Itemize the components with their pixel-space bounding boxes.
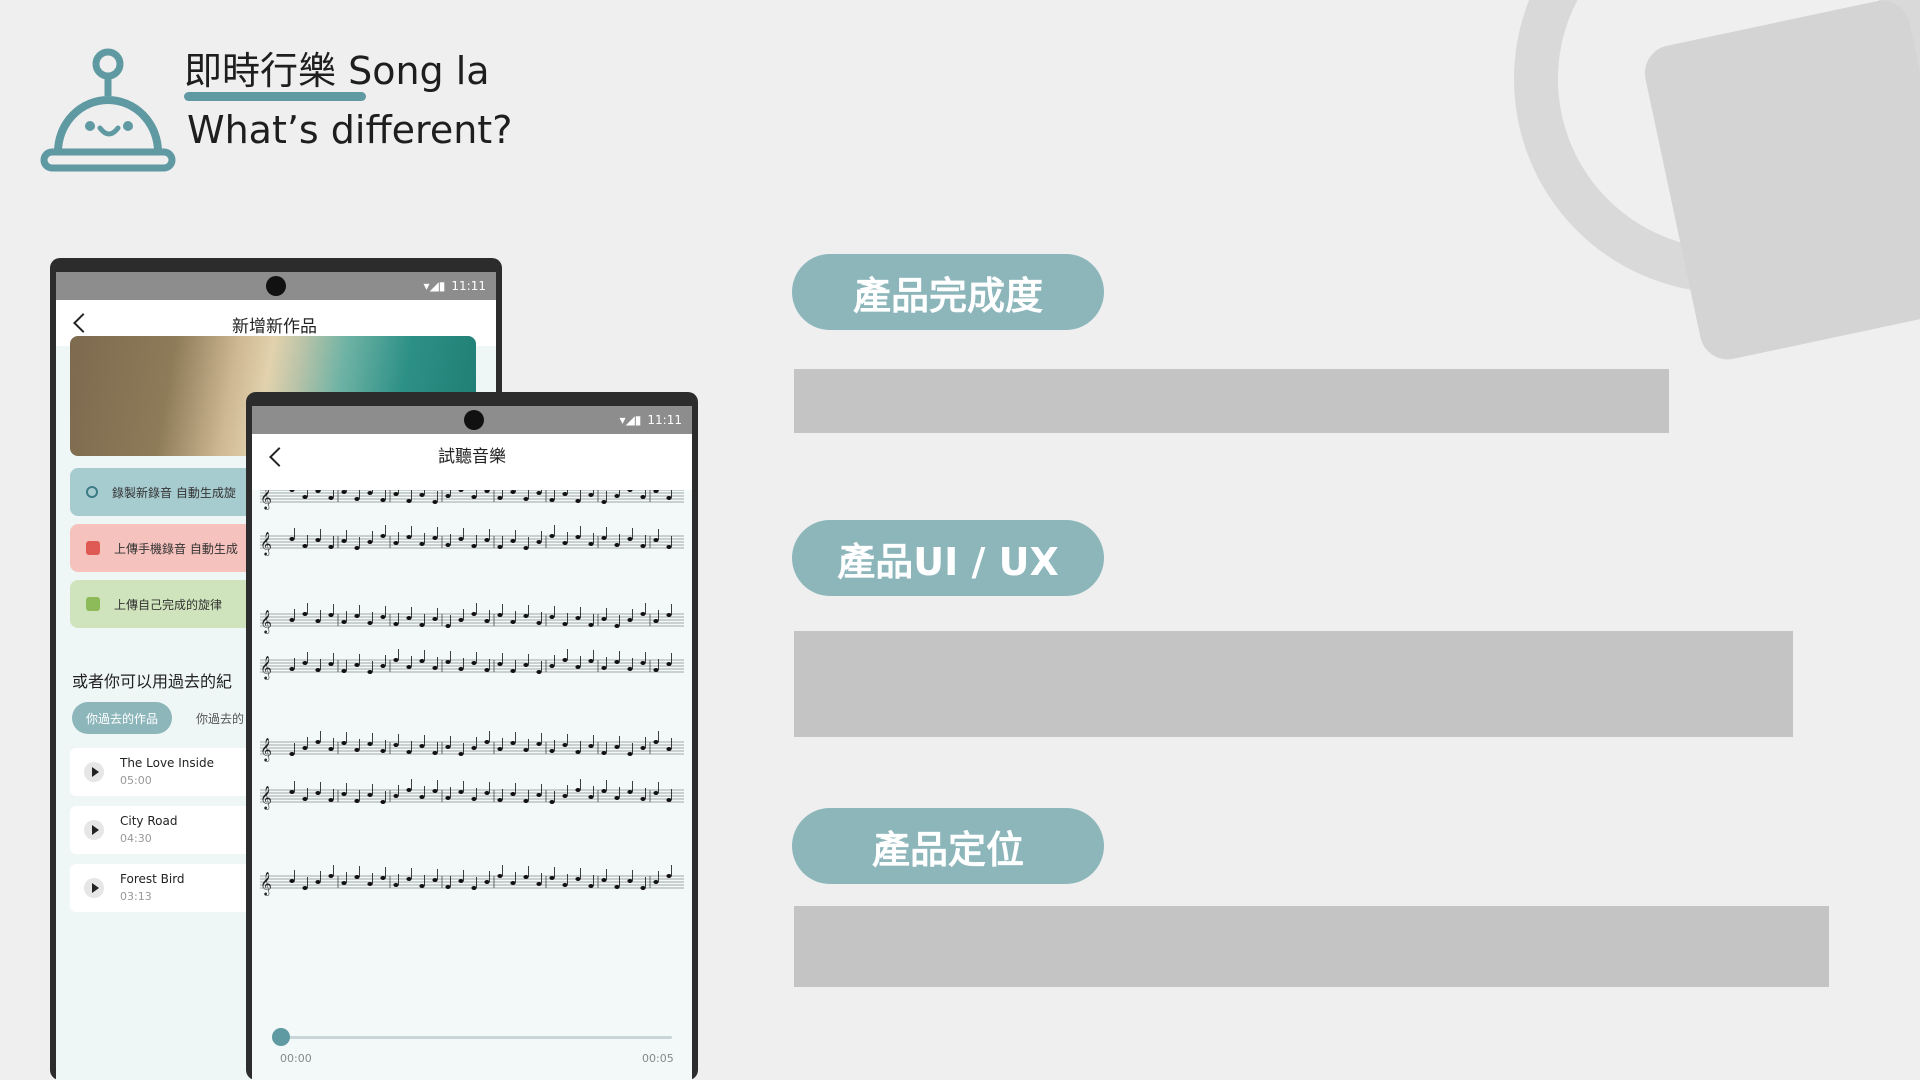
staff: 𝄞 bbox=[260, 490, 684, 510]
song-duration: 04:30 bbox=[120, 832, 152, 845]
play-icon[interactable] bbox=[84, 878, 104, 898]
song-duration: 05:00 bbox=[120, 774, 152, 787]
treble-clef-icon: 𝄞 bbox=[260, 871, 272, 896]
section-pill-completeness: 產品完成度 bbox=[792, 254, 1104, 330]
robot-logo-icon bbox=[40, 48, 176, 172]
status-time: 11:11 bbox=[647, 413, 682, 427]
progress-track[interactable] bbox=[280, 1036, 672, 1039]
time-start: 00:00 bbox=[280, 1052, 312, 1065]
section-pill-positioning: 產品定位 bbox=[792, 808, 1104, 884]
page-title: 即時行樂 Song la bbox=[184, 49, 490, 93]
treble-clef-icon: 𝄞 bbox=[260, 531, 272, 556]
time-end: 00:05 bbox=[642, 1052, 674, 1065]
section-pill-uiux: 產品UI / UX bbox=[792, 520, 1104, 596]
song-name: The Love Inside bbox=[120, 756, 214, 770]
status-time: 11:11 bbox=[451, 279, 486, 293]
wifi-icon: ▾◢▮ bbox=[423, 279, 446, 293]
staff: 𝄞 bbox=[260, 525, 684, 556]
back-chevron-icon[interactable] bbox=[269, 447, 289, 467]
action-upload-phone-label: 上傳手機錄音 自動生成 bbox=[114, 541, 238, 556]
song-name: City Road bbox=[120, 814, 178, 828]
treble-clef-icon: 𝄞 bbox=[260, 737, 272, 762]
action-upload-melody-label: 上傳自己完成的旋律 bbox=[114, 597, 223, 612]
title-underline bbox=[184, 92, 366, 101]
phone-listen: ▾◢▮ 11:11 試聽音樂 𝄞 𝄞 𝄞 𝄞 𝄞 𝄞 𝄞 00:00 00:05 bbox=[246, 392, 698, 1080]
camera-icon bbox=[464, 410, 484, 430]
treble-clef-icon: 𝄞 bbox=[260, 490, 272, 510]
folder-icon bbox=[86, 541, 100, 555]
staff: 𝄞 bbox=[260, 779, 684, 810]
action-record-label: 錄製新錄音 自動生成旋 bbox=[112, 485, 236, 500]
nav-title: 新增新作品 bbox=[232, 317, 317, 337]
play-icon[interactable] bbox=[84, 762, 104, 782]
nav-bar: 試聽音樂 bbox=[252, 434, 692, 490]
staff: 𝄞 bbox=[260, 731, 684, 762]
page-subtitle: What’s different? bbox=[187, 108, 513, 152]
placeholder-bar-positioning bbox=[794, 906, 1829, 987]
decorative-square bbox=[1639, 0, 1920, 365]
staff: 𝄞 bbox=[260, 865, 684, 896]
treble-clef-icon: 𝄞 bbox=[260, 609, 272, 634]
treble-clef-icon: 𝄞 bbox=[260, 785, 272, 810]
wifi-icon: ▾◢▮ bbox=[619, 413, 642, 427]
phone-listen-screen: ▾◢▮ 11:11 試聽音樂 𝄞 𝄞 𝄞 𝄞 𝄞 𝄞 𝄞 00:00 00:05 bbox=[252, 406, 692, 1080]
song-duration: 03:13 bbox=[120, 890, 152, 903]
back-chevron-icon[interactable] bbox=[73, 313, 93, 333]
search-icon bbox=[86, 486, 98, 498]
folder-icon bbox=[86, 597, 100, 611]
tab-past-works[interactable]: 你過去的作品 bbox=[72, 702, 173, 734]
camera-icon bbox=[266, 276, 286, 296]
staff: 𝄞 bbox=[260, 603, 684, 634]
past-records-label: 或者你可以用過去的紀 bbox=[72, 672, 233, 691]
treble-clef-icon: 𝄞 bbox=[260, 655, 272, 680]
sheet-music: 𝄞 𝄞 𝄞 𝄞 𝄞 𝄞 𝄞 bbox=[260, 490, 684, 896]
staff: 𝄞 bbox=[260, 649, 684, 680]
progress-knob[interactable] bbox=[272, 1028, 290, 1046]
nav-title: 試聽音樂 bbox=[438, 447, 506, 467]
song-name: Forest Bird bbox=[120, 872, 185, 886]
play-icon[interactable] bbox=[84, 820, 104, 840]
placeholder-bar-completeness bbox=[794, 369, 1669, 433]
placeholder-bar-uiux bbox=[794, 631, 1793, 737]
